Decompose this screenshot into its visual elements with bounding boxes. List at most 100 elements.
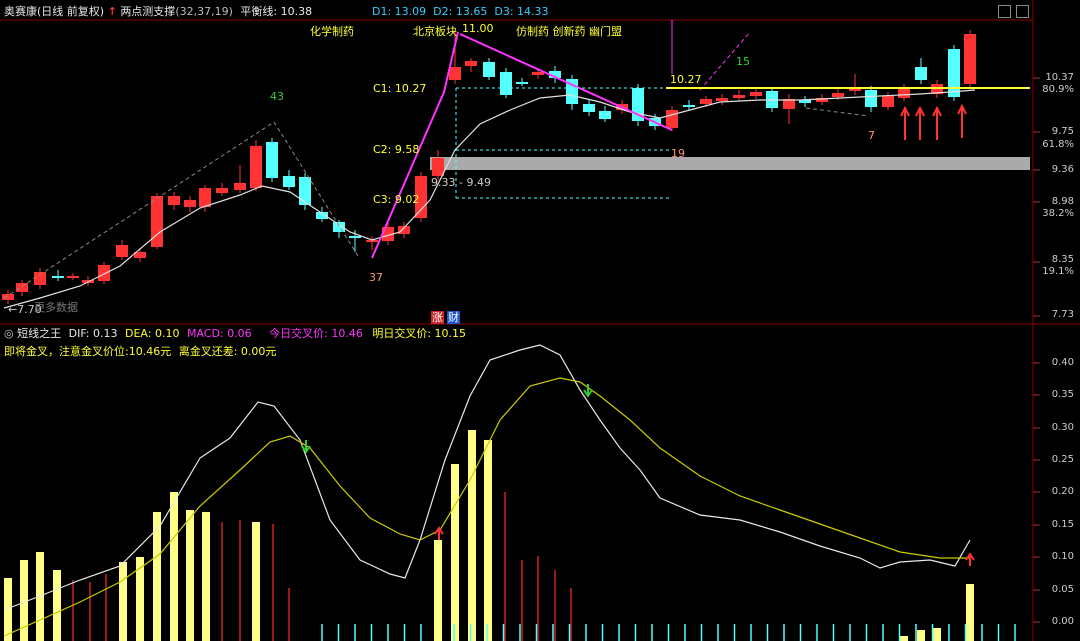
moving-average-line [3, 89, 976, 309]
candle-up [216, 188, 228, 193]
candle-up [898, 88, 910, 98]
macd-bar-positive [468, 430, 476, 641]
red-up-arrow-icon [915, 105, 925, 140]
macd-axis-label: 0.35 [1051, 389, 1074, 400]
candle-up [750, 92, 762, 96]
macd-bar-positive [53, 570, 61, 641]
more-data-label[interactable]: 更多数据 [34, 301, 78, 314]
indicator-params: (32,37,19) [175, 5, 233, 18]
dea-value: DEA: 0.10 [125, 327, 180, 340]
candle-down [516, 82, 528, 84]
candle-down [483, 62, 495, 77]
candle-up [67, 276, 79, 278]
golden-cross-gap: 离金叉还差: 0.00元 [178, 345, 277, 358]
stock-title: 奥赛康(日线 前复权) ↑ 两点测支撑(32,37,19) 平衡线: 10.38 [4, 5, 312, 19]
candle-up [733, 95, 745, 98]
candle-down [500, 72, 512, 95]
candle-down [683, 105, 695, 107]
price-axis-label: 38.2% [1042, 208, 1074, 219]
count-19: 19 [671, 147, 685, 160]
price-axis-label: 8.35 [1051, 254, 1074, 265]
candle-up [882, 96, 894, 107]
macd-bar-positive [933, 628, 941, 641]
candle-up [700, 99, 712, 104]
macd-axis-label: 0.30 [1051, 422, 1074, 433]
sector-chemical-pharma: 化学制药 [310, 25, 354, 38]
macd-bar-positive [434, 540, 442, 641]
candle-down [299, 177, 311, 205]
candle-down [599, 111, 611, 119]
badge-zhang[interactable]: 涨 [431, 311, 444, 324]
price-axis-label: 9.75 [1051, 126, 1074, 137]
stock-chart-canvas[interactable] [0, 0, 1080, 641]
support-c1: C1: 10.27 [373, 82, 427, 95]
red-up-arrow-icon [900, 105, 910, 140]
candle-up [666, 110, 678, 128]
candle-up [168, 196, 180, 205]
candle-up [250, 146, 262, 188]
window-icon[interactable] [1016, 5, 1029, 18]
price-axis-label: 9.36 [1051, 164, 1074, 175]
macd-bar-positive [966, 584, 974, 641]
badge-cai[interactable]: 财 [447, 311, 460, 324]
stock-name: 奥赛康 [4, 5, 37, 18]
balance-label: 平衡线: [240, 5, 278, 18]
price-10-27: 10.27 [670, 73, 702, 86]
macd-axis-label: 0.15 [1051, 519, 1074, 530]
candle-up [199, 188, 211, 207]
macd-bar-positive [917, 630, 925, 641]
tomorrow-cross-price: 明日交叉价: 10.15 [372, 327, 467, 340]
d1-value: D1: 13.09 [372, 5, 427, 18]
candle-up [151, 196, 163, 247]
macd-axis-label: 0.05 [1051, 584, 1074, 595]
price-axis-label: 7.73 [1051, 309, 1074, 320]
magenta-fall-line [459, 33, 673, 131]
candle-up [16, 283, 28, 292]
balance-value: 10.38 [280, 5, 313, 18]
macd-notice: 即将金叉，注意金叉价位:10.46元 离金叉还差: 0.00元 [4, 345, 276, 359]
count-7: 7 [868, 129, 875, 142]
candle-up [116, 245, 128, 257]
trend-dashed-down [273, 121, 359, 257]
candle-up [532, 72, 544, 75]
macd-header: ◎ 短线之王 DIF: 0.13 DEA: 0.10 MACD: 0.06 今日… [4, 327, 466, 341]
candle-up [184, 200, 196, 207]
candle-down [52, 276, 64, 278]
macd-bar-positive [484, 440, 492, 641]
macd-name: 短线之王 [17, 327, 62, 340]
period-info: (日线 前复权) [37, 5, 105, 18]
candle-up [234, 183, 246, 190]
red-up-arrow-icon [957, 103, 967, 138]
sector-beijing: 北京板块 [413, 25, 457, 38]
today-cross-price: 今日交叉价: 10.46 [269, 327, 363, 340]
candle-up [964, 34, 976, 84]
candle-down [283, 176, 295, 187]
candle-up [432, 158, 444, 176]
candle-up [832, 93, 844, 97]
candle-down [948, 49, 960, 97]
macd-axis-label: 0.25 [1051, 454, 1074, 465]
count-43: 43 [270, 90, 284, 103]
support-c3: C3: 9.02 [373, 193, 420, 206]
d3-value: D3: 14.33 [494, 5, 549, 18]
macd-bar-positive [186, 510, 194, 641]
d2-value: D2: 13.65 [433, 5, 488, 18]
macd-axis-label: 0.20 [1051, 486, 1074, 497]
macd-toggle-icon[interactable]: ◎ [4, 327, 14, 340]
up-arrow-icon: ↑ [107, 5, 117, 18]
settings-icon[interactable] [998, 5, 1011, 18]
candle-up [2, 294, 14, 300]
price-axis-label: 10.37 [1045, 72, 1074, 83]
peak-label: 11.00 [462, 22, 494, 35]
count-37: 37 [369, 271, 383, 284]
candle-up [465, 61, 477, 66]
candle-down [915, 67, 927, 80]
price-axis-label: 61.8% [1042, 139, 1074, 150]
macd-bar-positive [119, 562, 127, 641]
macd-bar-positive [451, 464, 459, 641]
macd-bar-positive [170, 492, 178, 641]
macd-value: MACD: 0.06 [186, 327, 252, 340]
macd-bar-positive [900, 636, 908, 641]
count-15: 15 [736, 55, 750, 68]
candle-down [266, 142, 278, 178]
